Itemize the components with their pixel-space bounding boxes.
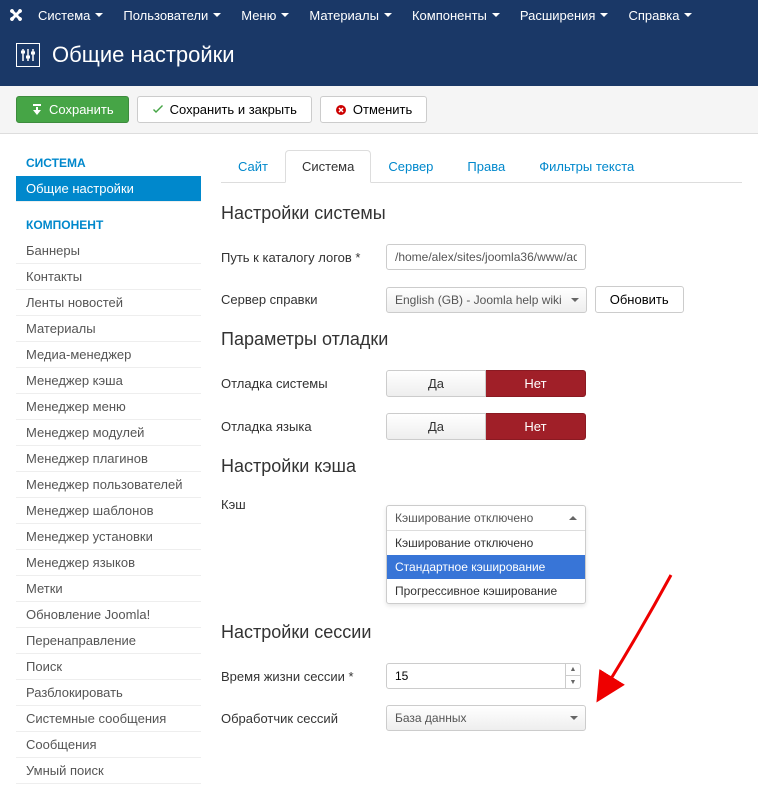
sidebar-item[interactable]: Менеджер модулей bbox=[16, 420, 201, 446]
topmenu-item[interactable]: Пользователи bbox=[113, 0, 231, 30]
sidebar-item[interactable]: Контакты bbox=[16, 264, 201, 290]
session-handler-select[interactable]: База данных bbox=[386, 705, 586, 731]
sidebar-item[interactable]: Менеджер кэша bbox=[16, 368, 201, 394]
check-icon bbox=[152, 104, 164, 116]
topmenu-item[interactable]: Компоненты bbox=[402, 0, 510, 30]
tab[interactable]: Сервер bbox=[371, 150, 450, 183]
sidebar-item[interactable]: Ленты новостей bbox=[16, 290, 201, 316]
settings-icon bbox=[16, 43, 40, 67]
sidebar-item[interactable]: Материалы bbox=[16, 316, 201, 342]
tabs: СайтСистемаСерверПраваФильтры текста bbox=[221, 150, 742, 183]
debug-lang-yes[interactable]: Да bbox=[386, 413, 486, 440]
sidebar-heading-component: КОМПОНЕНТ bbox=[16, 212, 201, 238]
tab[interactable]: Сайт bbox=[221, 150, 285, 183]
caret-down-icon bbox=[684, 13, 692, 17]
sidebar-item[interactable]: Сообщения bbox=[16, 732, 201, 758]
label-debug-system: Отладка системы bbox=[221, 376, 386, 391]
cancel-label: Отменить bbox=[353, 102, 412, 117]
spinner-down[interactable]: ▼ bbox=[566, 676, 580, 688]
caret-down-icon bbox=[213, 13, 221, 17]
cache-option[interactable]: Кэширование отключено bbox=[387, 531, 585, 555]
action-toolbar: Сохранить Сохранить и закрыть Отменить bbox=[0, 86, 758, 134]
topmenu-item[interactable]: Меню bbox=[231, 0, 299, 30]
caret-down-icon bbox=[492, 13, 500, 17]
sidebar-item[interactable]: Разблокировать bbox=[16, 680, 201, 706]
top-menu-bar: СистемаПользователиМенюМатериалыКомпонен… bbox=[0, 0, 758, 30]
log-path-input[interactable] bbox=[386, 244, 586, 270]
cache-option[interactable]: Стандартное кэширование bbox=[387, 555, 585, 579]
section-system-settings: Настройки системы bbox=[221, 203, 742, 224]
section-debug-params: Параметры отладки bbox=[221, 329, 742, 350]
save-icon bbox=[31, 104, 43, 116]
tab[interactable]: Фильтры текста bbox=[522, 150, 651, 183]
page-header: Общие настройки bbox=[0, 30, 758, 86]
sidebar-item[interactable]: Менеджер установки bbox=[16, 524, 201, 550]
section-session-settings: Настройки сессии bbox=[221, 622, 742, 643]
debug-lang-no[interactable]: Нет bbox=[486, 413, 586, 440]
section-cache-settings: Настройки кэша bbox=[221, 456, 742, 477]
caret-down-icon bbox=[281, 13, 289, 17]
caret-down-icon bbox=[600, 13, 608, 17]
sidebar-item[interactable]: Умный поиск bbox=[16, 758, 201, 784]
save-button[interactable]: Сохранить bbox=[16, 96, 129, 123]
label-session-handler: Обработчик сессий bbox=[221, 711, 386, 726]
sidebar-item[interactable]: Менеджер плагинов bbox=[16, 446, 201, 472]
label-log-path: Путь к каталогу логов * bbox=[221, 250, 386, 265]
topmenu-item[interactable]: Материалы bbox=[299, 0, 402, 30]
caret-down-icon bbox=[384, 13, 392, 17]
cancel-button[interactable]: Отменить bbox=[320, 96, 427, 123]
save-close-button[interactable]: Сохранить и закрыть bbox=[137, 96, 312, 123]
page-title: Общие настройки bbox=[52, 42, 235, 68]
label-session-life: Время жизни сессии * bbox=[221, 669, 386, 684]
debug-system-yes[interactable]: Да bbox=[386, 370, 486, 397]
label-debug-lang: Отладка языка bbox=[221, 419, 386, 434]
caret-down-icon bbox=[95, 13, 103, 17]
main-content: СайтСистемаСерверПраваФильтры текста Нас… bbox=[221, 150, 742, 784]
joomla-logo-icon bbox=[8, 7, 24, 23]
sidebar: СИСТЕМА Общие настройки КОМПОНЕНТ Баннер… bbox=[16, 150, 201, 784]
tab[interactable]: Права bbox=[450, 150, 522, 183]
sidebar-item[interactable]: Менеджер меню bbox=[16, 394, 201, 420]
sidebar-item[interactable]: Общие настройки bbox=[16, 176, 201, 202]
topmenu-item[interactable]: Система bbox=[28, 0, 113, 30]
save-label: Сохранить bbox=[49, 102, 114, 117]
cancel-icon bbox=[335, 104, 347, 116]
sidebar-item[interactable]: Менеджер языков bbox=[16, 550, 201, 576]
cache-dropdown-selected[interactable]: Кэширование отключено bbox=[387, 506, 585, 531]
help-server-select[interactable]: English (GB) - Joomla help wiki bbox=[386, 287, 587, 313]
cache-option[interactable]: Прогрессивное кэширование bbox=[387, 579, 585, 603]
topmenu-item[interactable]: Справка bbox=[618, 0, 702, 30]
sidebar-item[interactable]: Обновление Joomla! bbox=[16, 602, 201, 628]
sidebar-item[interactable]: Поиск bbox=[16, 654, 201, 680]
sidebar-item[interactable]: Менеджер шаблонов bbox=[16, 498, 201, 524]
sidebar-item[interactable]: Системные сообщения bbox=[16, 706, 201, 732]
save-close-label: Сохранить и закрыть bbox=[170, 102, 297, 117]
sidebar-item[interactable]: Менеджер пользователей bbox=[16, 472, 201, 498]
refresh-button[interactable]: Обновить bbox=[595, 286, 684, 313]
topmenu-item[interactable]: Расширения bbox=[510, 0, 619, 30]
debug-system-no[interactable]: Нет bbox=[486, 370, 586, 397]
sidebar-item[interactable]: Медиа-менеджер bbox=[16, 342, 201, 368]
sidebar-item[interactable]: Метки bbox=[16, 576, 201, 602]
sidebar-heading-system: СИСТЕМА bbox=[16, 150, 201, 176]
sidebar-item[interactable]: Баннеры bbox=[16, 238, 201, 264]
tab[interactable]: Система bbox=[285, 150, 371, 183]
session-life-input[interactable] bbox=[386, 663, 566, 689]
label-cache: Кэш bbox=[221, 497, 386, 512]
sidebar-item[interactable]: Перенаправление bbox=[16, 628, 201, 654]
spinner-up[interactable]: ▲ bbox=[566, 664, 580, 676]
label-help-server: Сервер справки bbox=[221, 292, 386, 307]
